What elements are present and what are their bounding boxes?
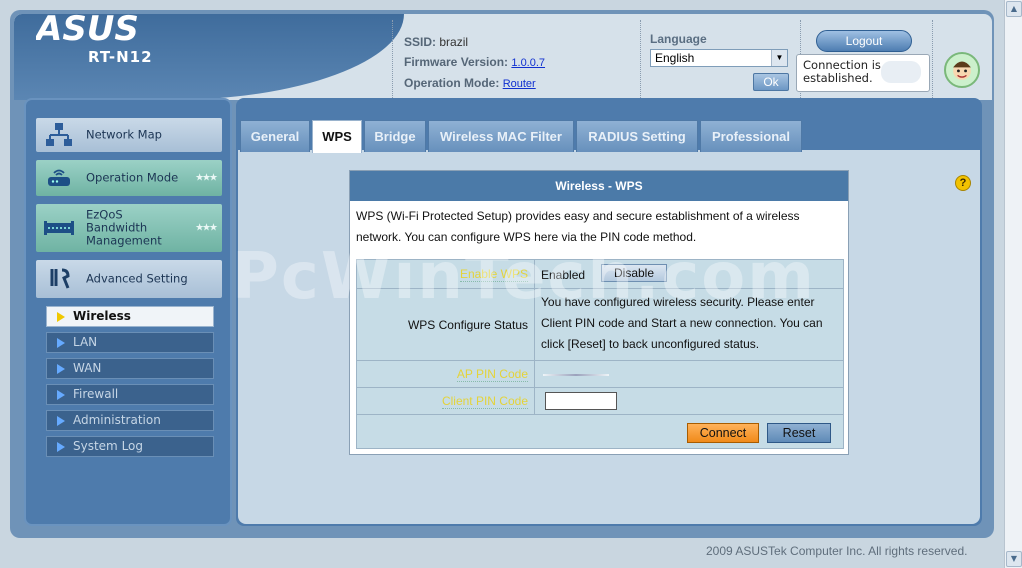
panel-title: Wireless - WPS: [350, 171, 848, 201]
logout-button[interactable]: Logout: [816, 30, 912, 52]
router-icon: [48, 169, 70, 186]
sidebar-item-label: Operation Mode: [86, 170, 179, 185]
router-info: SSID: brazil Firmware Version: 1.0.0.7 O…: [404, 32, 545, 94]
router-mascot-icon: [944, 52, 980, 88]
sidebar-item-label: EzQoS Bandwidth Management: [86, 207, 162, 248]
button-row: Connect Reset: [357, 415, 843, 448]
operation-mode-link[interactable]: Router: [503, 78, 536, 90]
divider: [392, 20, 393, 98]
enable-wps-value: Enabled Disable: [541, 260, 839, 288]
wps-settings-table: Enable WPS Enabled Disable WPS Configure…: [356, 259, 844, 449]
sidebar-subitem-system-log[interactable]: System Log: [46, 436, 214, 457]
stars-icon: ★★★: [195, 222, 218, 234]
client-pin-label[interactable]: Client PIN Code: [357, 388, 535, 414]
sidebar: Network Map Operation Mode ★★★ EzQoS Ban…: [24, 98, 232, 526]
ap-pin-label[interactable]: AP PIN Code: [357, 361, 535, 387]
redacted-pin: [543, 374, 609, 376]
ap-pin-value: [541, 361, 839, 387]
table-row: Client PIN Code: [357, 388, 843, 415]
table-row: AP PIN Code: [357, 361, 843, 388]
tab-bridge[interactable]: Bridge: [364, 120, 426, 152]
network-map-icon: [46, 123, 72, 146]
scroll-down-icon[interactable]: ▼: [1006, 551, 1022, 567]
sidebar-subitem-firewall[interactable]: Firewall: [46, 384, 214, 405]
connect-button[interactable]: Connect: [687, 423, 759, 443]
sidebar-item-network-map[interactable]: Network Map: [36, 118, 222, 152]
sidebar-subitem-lan[interactable]: LAN: [46, 332, 214, 353]
client-pin-input[interactable]: [545, 392, 617, 410]
model-name: RT-N12: [88, 48, 153, 66]
connection-status: Connection is established.: [796, 54, 930, 92]
ssid-value: brazil: [439, 35, 469, 49]
scrollbar[interactable]: ▲ ▼: [1004, 0, 1022, 568]
sidebar-item-advanced-setting[interactable]: Advanced Setting: [36, 260, 222, 298]
wps-state: Enabled: [541, 268, 586, 282]
language-label: Language: [650, 32, 707, 46]
scroll-up-icon[interactable]: ▲: [1006, 1, 1022, 17]
sidebar-subitem-wireless[interactable]: Wireless: [46, 306, 214, 327]
copyright: 2009 ASUSTek Computer Inc. All rights re…: [706, 544, 968, 558]
divider: [640, 20, 641, 98]
wps-panel: Wireless - WPS WPS (Wi-Fi Protected Setu…: [349, 170, 849, 455]
sidebar-item-label: Advanced Setting: [86, 271, 188, 286]
enable-wps-label[interactable]: Enable WPS: [357, 260, 535, 288]
tab-wireless-mac-filter[interactable]: Wireless MAC Filter: [428, 120, 574, 152]
tab-wps[interactable]: WPS: [312, 120, 362, 153]
help-icon[interactable]: ?: [955, 175, 971, 191]
bandwidth-icon: [44, 221, 74, 235]
operation-mode-label: Operation Mode:: [404, 76, 500, 90]
disable-button[interactable]: Disable: [601, 264, 667, 282]
sidebar-item-label: Network Map: [86, 127, 162, 142]
divider: [932, 20, 933, 98]
tab-general[interactable]: General: [240, 120, 310, 152]
tab-radius-setting[interactable]: RADIUS Setting: [576, 120, 698, 152]
firmware-label: Firmware Version:: [404, 55, 509, 69]
chevron-down-icon[interactable]: ▼: [771, 50, 787, 66]
wrench-icon: [50, 268, 70, 289]
wps-status-value: You have configured wireless security. P…: [541, 295, 823, 351]
table-row: WPS Configure Status You have configured…: [357, 289, 843, 361]
sidebar-subitem-wan[interactable]: WAN: [46, 358, 214, 379]
language-ok-button[interactable]: Ok: [753, 73, 789, 91]
asus-logo: ASUS: [36, 10, 139, 46]
ssid-label: SSID:: [404, 35, 437, 49]
language-selected: English: [655, 51, 695, 65]
sidebar-subitem-administration[interactable]: Administration: [46, 410, 214, 431]
table-row: Enable WPS Enabled Disable: [357, 260, 843, 289]
client-pin-cell: [541, 388, 839, 414]
connection-status-text: Connection is established.: [803, 58, 881, 85]
status-indicator: [881, 61, 921, 83]
firmware-link[interactable]: 1.0.0.7: [511, 57, 545, 69]
reset-button[interactable]: Reset: [767, 423, 831, 443]
svg-text:ASUS: ASUS: [36, 10, 139, 46]
language-select[interactable]: English ▼: [650, 49, 788, 67]
wps-status-label: WPS Configure Status: [357, 289, 535, 360]
stars-icon: ★★★: [195, 172, 218, 184]
sidebar-item-operation-mode[interactable]: Operation Mode ★★★: [36, 160, 222, 196]
sidebar-item-ezqos[interactable]: EzQoS Bandwidth Management ★★★: [36, 204, 222, 252]
tab-professional[interactable]: Professional: [700, 120, 802, 152]
